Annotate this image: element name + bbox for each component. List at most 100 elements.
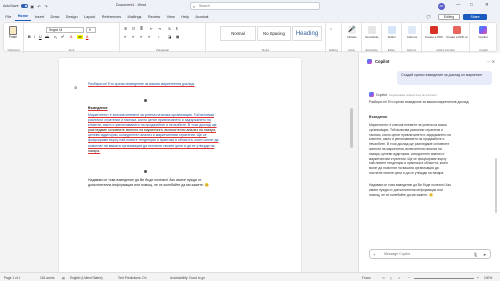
- language[interactable]: English (United States): [70, 276, 103, 280]
- send-icon[interactable]: ➤: [483, 252, 486, 257]
- style-heading[interactable]: Heading: [292, 26, 322, 41]
- subscript-icon[interactable]: x₂: [54, 35, 57, 39]
- numbering-icon[interactable]: ☷: [132, 27, 135, 31]
- tab-review[interactable]: Review: [145, 12, 164, 21]
- zoom-out-icon[interactable]: −: [408, 276, 410, 280]
- editor-button[interactable]: Editor: [385, 26, 399, 39]
- tab-references[interactable]: References: [99, 12, 125, 21]
- close-icon[interactable]: ✕: [485, 2, 489, 8]
- web-layout-icon[interactable]: ▱: [398, 276, 400, 280]
- clipboard-group: Paste Clipboard: [4, 23, 24, 53]
- add-content-icon[interactable]: +: [373, 252, 375, 257]
- show-formatting-icon[interactable]: ¶: [176, 27, 178, 31]
- paste-label: Paste: [8, 35, 18, 39]
- copilot-ribbon-button[interactable]: Copilot: [476, 26, 490, 39]
- align-right-icon[interactable]: ≡: [140, 35, 142, 39]
- create-pdf-button[interactable]: Create a PDF: [424, 26, 444, 39]
- text-predictions[interactable]: Text Predictions: On: [118, 276, 147, 280]
- copilot-scrollbar[interactable]: [495, 158, 497, 213]
- redo-icon[interactable]: ↷: [44, 4, 49, 9]
- copilot-group: Copilot Copilot: [470, 23, 497, 53]
- search-box[interactable]: ⌕ Search: [190, 2, 320, 10]
- avatar[interactable]: AK: [438, 2, 445, 10]
- sensitivity-button[interactable]: Sensitivity: [365, 26, 379, 39]
- tab-design[interactable]: Design: [63, 12, 81, 21]
- zoom-level[interactable]: 100%: [484, 276, 492, 280]
- copilot-message-input[interactable]: + Message Copilot 🎙 ➤: [369, 249, 491, 259]
- multilevel-list-icon[interactable]: ≣: [140, 27, 143, 31]
- highlight-icon[interactable]: ab: [77, 35, 83, 39]
- tab-insert[interactable]: Insert: [31, 12, 47, 21]
- increase-indent-icon[interactable]: ⇥: [158, 27, 161, 31]
- copilot-title: Copilot: [375, 59, 390, 64]
- shading-icon[interactable]: ◪: [168, 35, 171, 39]
- tab-help[interactable]: Help: [178, 12, 192, 21]
- text-effects-icon[interactable]: A: [70, 35, 72, 39]
- create-pdf-share-button[interactable]: Create a PDF and Share link: [446, 26, 468, 39]
- comments-icon[interactable]: 💬: [422, 14, 436, 20]
- print-layout-icon[interactable]: ▯: [390, 276, 392, 280]
- underline-icon[interactable]: U: [39, 35, 42, 39]
- autosave-toggle[interactable]: [20, 4, 28, 8]
- font-color-icon[interactable]: A: [86, 35, 88, 39]
- align-left-icon[interactable]: ≡: [124, 35, 126, 39]
- paste-button[interactable]: Paste: [8, 26, 18, 39]
- document-scrollbar[interactable]: [350, 108, 353, 148]
- document-page[interactable]: ⊘ Разбира се! Ето кратко въведение за ва…: [59, 58, 301, 272]
- sensitivity-icon: [368, 26, 376, 34]
- decrease-indent-icon[interactable]: ⇤: [150, 27, 153, 31]
- font-name-select[interactable]: Segoe UI: [46, 27, 84, 33]
- styles-group-label: Styles: [261, 48, 270, 52]
- tab-file[interactable]: File: [2, 12, 15, 21]
- superscript-icon[interactable]: x²: [61, 35, 64, 39]
- italic-icon[interactable]: I: [34, 35, 35, 39]
- document-heading[interactable]: Въведение: [88, 106, 274, 111]
- style-normal[interactable]: Normal: [220, 26, 256, 41]
- document-paragraph[interactable]: Маркетингът е ключов елемент за успеха н…: [88, 113, 274, 154]
- tab-acrobat[interactable]: Acrobat: [192, 12, 211, 21]
- selection-handle-top[interactable]: [144, 99, 147, 102]
- share-button[interactable]: Share: [463, 13, 487, 20]
- strikethrough-icon[interactable]: ab: [45, 35, 49, 39]
- zoom-in-icon[interactable]: +: [477, 276, 479, 280]
- microphone-icon[interactable]: 🎙: [473, 252, 478, 257]
- tab-layout[interactable]: Layout: [81, 12, 99, 21]
- zoom-slider[interactable]: [414, 277, 474, 278]
- find-icon[interactable]: ⌕: [330, 27, 332, 31]
- sensitivity-label: Sensitivity: [365, 35, 379, 39]
- dictate-button[interactable]: 🎤 Dictate: [345, 26, 359, 39]
- undo-icon[interactable]: ↶: [37, 4, 42, 9]
- line-spacing-icon[interactable]: ↕: [158, 35, 160, 39]
- read-mode-icon[interactable]: ▭: [382, 276, 385, 280]
- reply-closing-line: помощ, не се колебайте да ми кажете. 😊: [369, 192, 434, 197]
- accessibility-status[interactable]: Accessibility: Good to go: [170, 276, 205, 280]
- style-no-spacing[interactable]: No Spacing: [257, 26, 291, 41]
- tab-draw[interactable]: Draw: [47, 12, 62, 21]
- focus-mode[interactable]: Focus: [362, 276, 371, 280]
- addins-button[interactable]: Add-ins: [405, 26, 419, 39]
- font-size-select[interactable]: 9: [86, 27, 96, 33]
- minimize-icon[interactable]: —: [456, 2, 461, 7]
- justify-icon[interactable]: ≡: [148, 35, 150, 39]
- align-center-icon[interactable]: ≡: [132, 35, 134, 39]
- sort-icon[interactable]: ⇅: [168, 27, 171, 31]
- borders-icon[interactable]: ▦: [176, 35, 179, 39]
- intro-text: Разбира се! Ето кратко въведение за ваши…: [88, 82, 195, 86]
- intro-line[interactable]: Разбира се! Ето кратко въведение за ваши…: [88, 82, 274, 87]
- copilot-margin-icon[interactable]: ⊘: [74, 85, 77, 90]
- tab-mailings[interactable]: Mailings: [124, 12, 144, 21]
- bold-icon[interactable]: B: [28, 35, 31, 39]
- assistant-closing: Надявам се това въведение да Ви бъде пол…: [369, 183, 487, 197]
- word-count[interactable]: 118 words: [40, 276, 54, 280]
- document-closing[interactable]: Надявам се това въведение да Ви бъде пол…: [88, 178, 274, 188]
- page-count[interactable]: Page 1 of 1: [4, 276, 20, 280]
- selection-handle-bottom[interactable]: [144, 170, 147, 173]
- maximize-icon[interactable]: □: [470, 2, 473, 7]
- save-icon[interactable]: ▣: [30, 4, 35, 9]
- tab-view[interactable]: View: [163, 12, 178, 21]
- pane-options-icon[interactable]: ⋯ ✕: [487, 59, 495, 64]
- editing-mode-button[interactable]: Editing: [438, 13, 460, 20]
- proofing-icon[interactable]: ▤: [62, 276, 65, 280]
- bullets-icon[interactable]: ☰: [124, 27, 127, 31]
- tab-home[interactable]: Home: [14, 12, 32, 21]
